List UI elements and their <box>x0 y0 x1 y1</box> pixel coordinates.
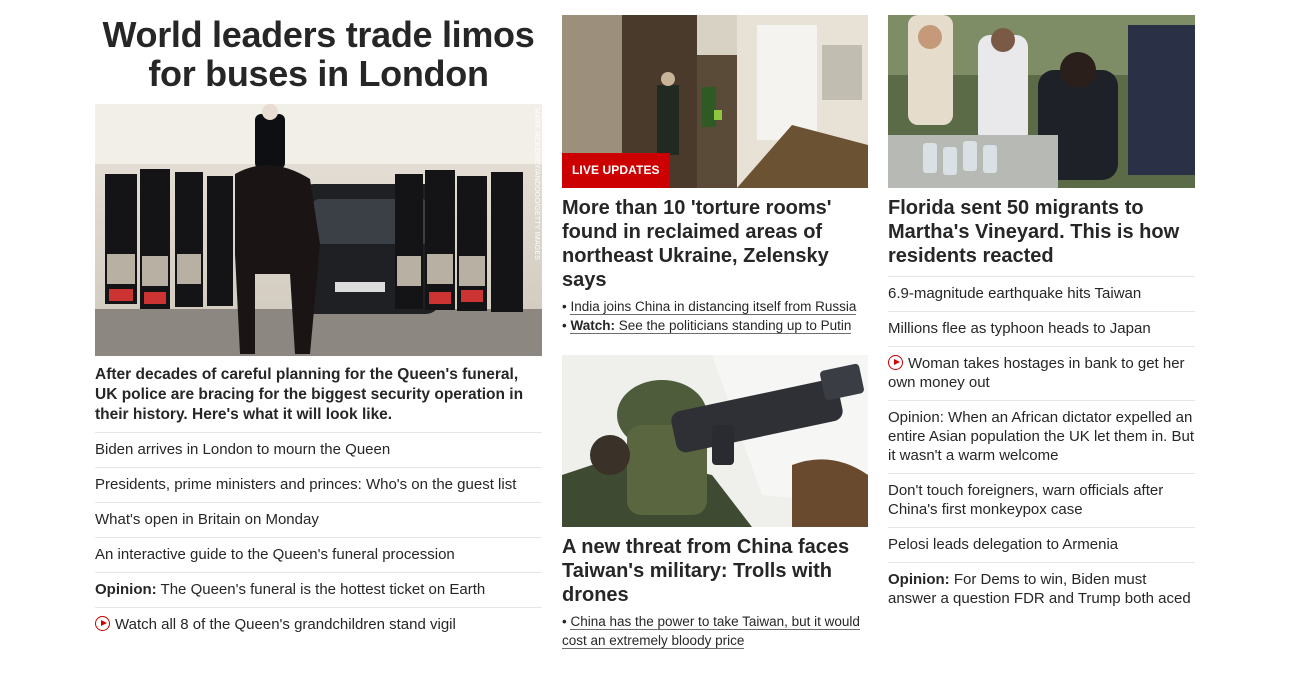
taiwan-story: A new threat from China faces Taiwan's m… <box>562 355 868 650</box>
lead-related-list: Biden arrives in London to mourn the Que… <box>95 433 542 642</box>
bullet-item: • India joins China in distancing itself… <box>562 299 857 315</box>
soldier-drone-gun-photo <box>562 355 868 527</box>
lead-summary[interactable]: After decades of careful planning for th… <box>95 365 542 433</box>
middle-column: LIVE UPDATES More than 10 'torture rooms… <box>562 15 868 650</box>
link-text: Woman takes hostages in bank to get her … <box>888 355 1185 391</box>
list-item[interactable]: Opinion: The Queen's funeral is the hott… <box>95 573 542 608</box>
opinion-label: Opinion: <box>95 581 157 598</box>
link-text: What's open in Britain on Monday <box>95 511 319 528</box>
list-item[interactable]: Biden arrives in London to mourn the Que… <box>95 433 542 468</box>
lead-story: World leaders trade limos for buses in L… <box>95 15 542 642</box>
play-video-icon <box>95 616 110 631</box>
bullet-text: See the politicians standing up to Putin <box>614 318 852 333</box>
lead-headline[interactable]: World leaders trade limos for buses in L… <box>95 15 542 93</box>
photo-credit: MARK MCKEWEY/ANDOGO/GETTY IMAGES <box>533 108 540 261</box>
link-text: An interactive guide to the Queen's fune… <box>95 546 455 563</box>
taiwan-headline[interactable]: A new threat from China faces Taiwan's m… <box>562 535 868 607</box>
taiwan-image[interactable] <box>562 355 868 527</box>
taiwan-bullets: • China has the power to take Taiwan, bu… <box>562 612 868 650</box>
bullet-item: • China has the power to take Taiwan, bu… <box>562 614 860 649</box>
list-item[interactable]: An interactive guide to the Queen's fune… <box>95 538 542 573</box>
list-item[interactable]: Presidents, prime ministers and princes:… <box>95 468 542 503</box>
opinion-label: Opinion: <box>888 571 950 588</box>
florida-headline[interactable]: Florida sent 50 migrants to Martha's Vin… <box>888 196 1195 268</box>
ukraine-image[interactable]: LIVE UPDATES <box>562 15 868 188</box>
list-item[interactable]: Millions flee as typhoon heads to Japan <box>888 312 1195 347</box>
bullet-text: China has the power to take Taiwan, but … <box>562 614 860 649</box>
list-item[interactable]: Don't touch foreigners, warn officials a… <box>888 474 1195 528</box>
link-text: Millions flee as typhoon heads to Japan <box>888 320 1151 337</box>
list-item[interactable]: Opinion: When an African dictator expell… <box>888 401 1195 474</box>
list-item[interactable]: What's open in Britain on Monday <box>95 503 542 538</box>
link-text: Don't touch foreigners, warn officials a… <box>888 482 1164 518</box>
funeral-procession-photo <box>95 104 542 356</box>
list-item[interactable]: Opinion: For Dems to win, Biden must ans… <box>888 563 1195 616</box>
right-related-list: 6.9-magnitude earthquake hits Taiwan Mil… <box>888 276 1195 616</box>
ukraine-story: LIVE UPDATES More than 10 'torture rooms… <box>562 15 868 335</box>
lead-image[interactable]: MARK MCKEWEY/ANDOGO/GETTY IMAGES <box>95 104 542 356</box>
link-text: Biden arrives in London to mourn the Que… <box>95 441 391 458</box>
live-updates-badge: LIVE UPDATES <box>562 153 670 188</box>
link-text: Pelosi leads delegation to Armenia <box>888 536 1119 553</box>
migrants-photo <box>888 15 1195 188</box>
bullet-text: India joins China in distancing itself f… <box>570 299 857 315</box>
right-column: Florida sent 50 migrants to Martha's Vin… <box>888 15 1195 616</box>
link-text: The Queen's funeral is the hottest ticke… <box>156 581 486 598</box>
ukraine-bullets: • India joins China in distancing itself… <box>562 297 868 335</box>
play-video-icon <box>888 355 903 370</box>
ukraine-headline[interactable]: More than 10 'torture rooms' found in re… <box>562 196 868 292</box>
link-text: Opinion: When an African dictator expell… <box>888 409 1195 464</box>
list-item[interactable]: 6.9-magnitude earthquake hits Taiwan <box>888 277 1195 312</box>
link-text: 6.9-magnitude earthquake hits Taiwan <box>888 285 1142 302</box>
list-item[interactable]: Watch all 8 of the Queen's grandchildren… <box>95 608 542 642</box>
bullet-link[interactable]: China has the power to take Taiwan, but … <box>562 614 860 649</box>
list-item[interactable]: Pelosi leads delegation to Armenia <box>888 528 1195 563</box>
bullet-link[interactable]: Watch: See the politicians standing up t… <box>570 318 852 334</box>
link-text: Watch all 8 of the Queen's grandchildren… <box>115 616 456 633</box>
florida-image[interactable] <box>888 15 1195 188</box>
bullet-link[interactable]: India joins China in distancing itself f… <box>570 299 857 315</box>
bullet-item: • Watch: See the politicians standing up… <box>562 318 852 334</box>
list-item[interactable]: Woman takes hostages in bank to get her … <box>888 347 1195 401</box>
watch-label: Watch: <box>570 318 615 333</box>
link-text: Presidents, prime ministers and princes:… <box>95 476 517 493</box>
